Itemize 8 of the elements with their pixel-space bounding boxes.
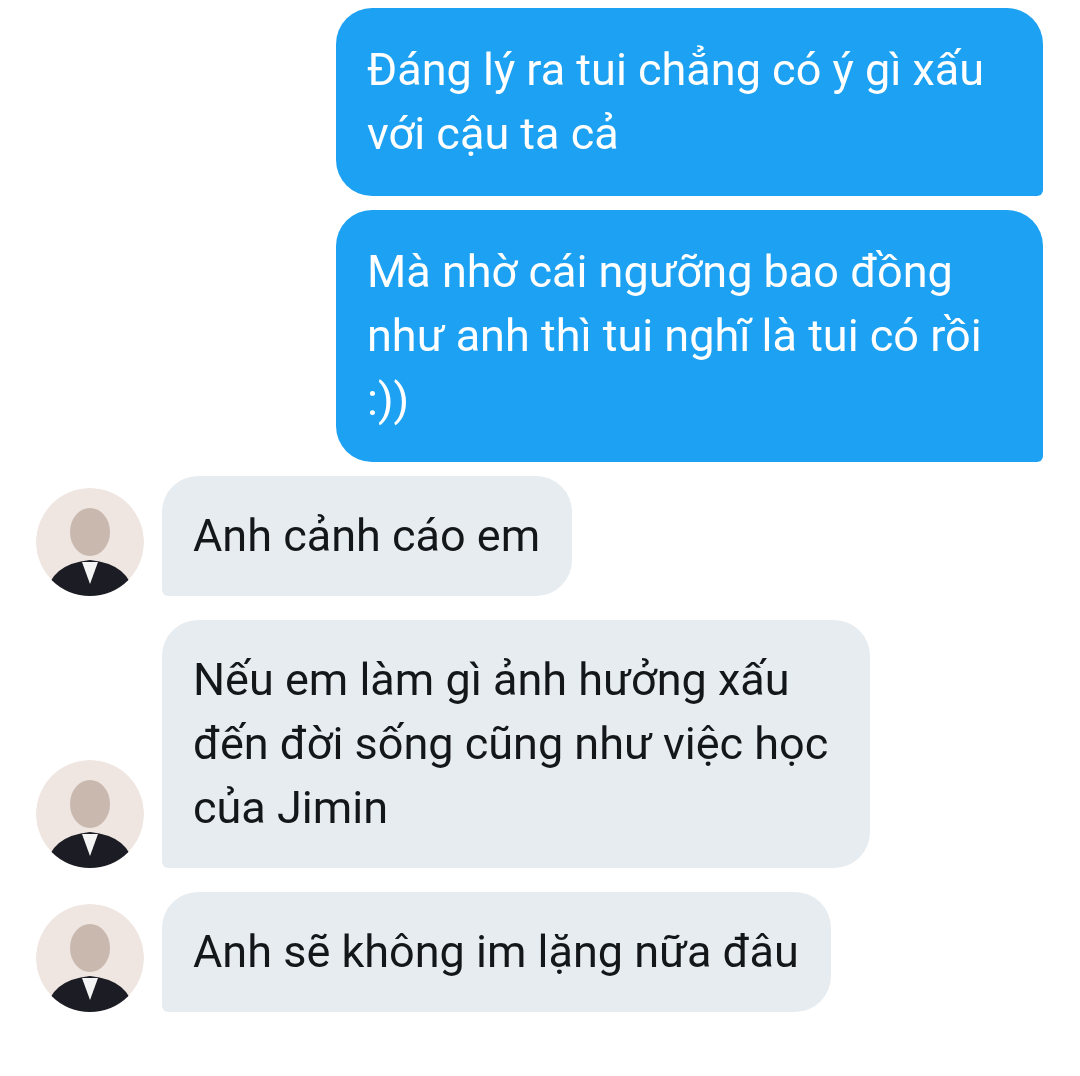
received-message: Anh sẽ không im lặng nữa đâu [162,892,831,1012]
avatar-icon [36,904,144,1012]
sent-message: Mà nhờ cái ngưỡng bao đồng như anh thì tui nghĩ là tui có rồi :)) [336,210,1043,462]
received-message: Anh cảnh cáo em [162,476,573,596]
received-message: Nếu em làm gì ảnh hưởng xấu đến đời sống cũng như việc học của Jimin [162,620,870,868]
sent-message: Đáng lý ra tui chẳng có ý gì xấu với cậu ta cả [336,8,1043,196]
avatar-icon [36,760,144,868]
avatar-icon [36,488,144,596]
